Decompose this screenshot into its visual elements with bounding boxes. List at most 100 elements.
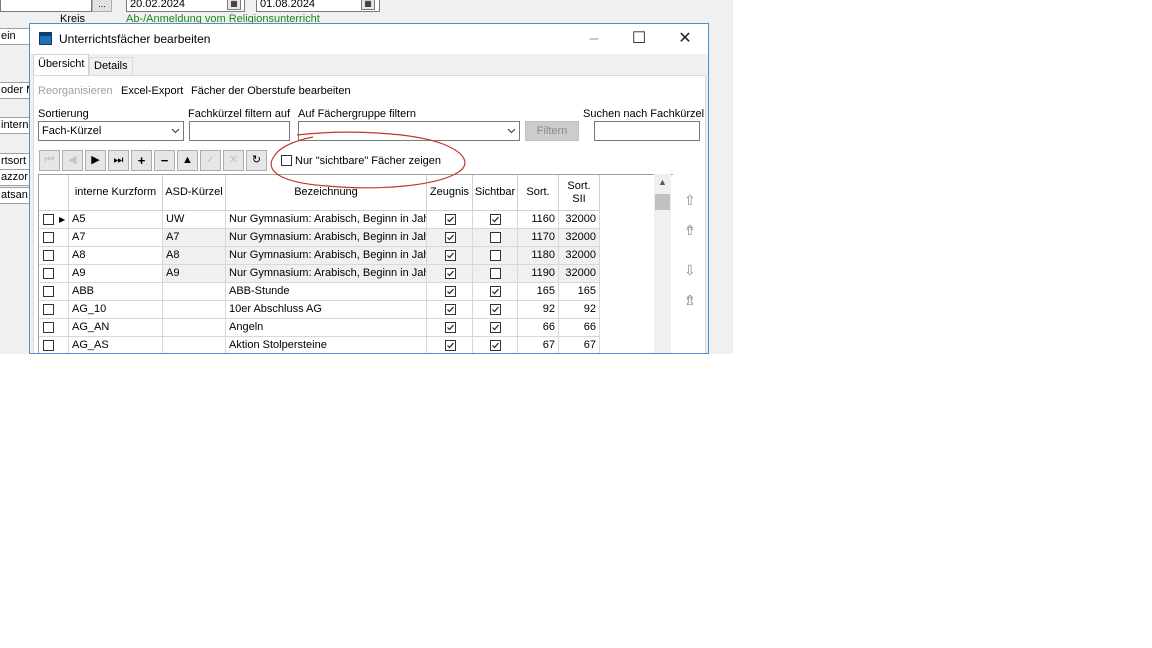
cell-sort[interactable]: 66 xyxy=(518,319,559,337)
cell-sort-sii[interactable]: 32000 xyxy=(559,265,600,283)
cell-bezeichnung[interactable]: 10er Abschluss AG xyxy=(226,301,427,319)
cell-sort-sii[interactable]: 66 xyxy=(559,319,600,337)
bg-input-top[interactable] xyxy=(0,0,92,12)
cell-bezeichnung[interactable]: Aktion Stolpersteine xyxy=(226,337,427,353)
sichtbar-checkbox[interactable] xyxy=(490,232,501,243)
sichtbar-checkbox[interactable] xyxy=(490,250,501,261)
side-field-5[interactable]: azzor xyxy=(0,169,30,186)
sichtbar-checkbox[interactable] xyxy=(490,304,501,315)
row-select-checkbox[interactable] xyxy=(43,250,54,261)
cell-sort[interactable]: 1190 xyxy=(518,265,559,283)
cell-zeugnis[interactable] xyxy=(427,247,473,265)
last-record-icon[interactable]: ⏭ xyxy=(108,150,129,171)
filter-button[interactable]: Filtern xyxy=(525,121,579,141)
maximize-icon[interactable]: ☐ xyxy=(616,24,662,54)
zeugnis-checkbox[interactable] xyxy=(445,232,456,243)
cell-sort[interactable]: 1160 xyxy=(518,211,559,229)
cell-bezeichnung[interactable]: Nur Gymnasium: Arabisch, Beginn in Jahrg… xyxy=(226,211,427,229)
cell-sort-sii[interactable]: 92 xyxy=(559,301,600,319)
cell-zeugnis[interactable] xyxy=(427,337,473,353)
scroll-up-icon[interactable]: ▲ xyxy=(658,177,667,187)
cell-bezeichnung[interactable]: Nur Gymnasium: Arabisch, Beginn in Jahrg… xyxy=(226,247,427,265)
cell-kurzform[interactable]: A8 xyxy=(69,247,163,265)
cell-sichtbar[interactable] xyxy=(473,211,518,229)
cell-sichtbar[interactable] xyxy=(473,283,518,301)
cell-zeugnis[interactable] xyxy=(427,283,473,301)
cell-asd[interactable] xyxy=(163,337,226,353)
zeugnis-checkbox[interactable] xyxy=(445,286,456,297)
header-sichtbar[interactable]: Sichtbar xyxy=(473,175,518,211)
row-select-cell[interactable] xyxy=(39,265,69,283)
edit-icon[interactable]: ▲ xyxy=(177,150,198,171)
cell-asd[interactable] xyxy=(163,301,226,319)
cell-kurzform[interactable]: ABB xyxy=(69,283,163,301)
row-select-cell[interactable] xyxy=(39,301,69,319)
calendar-icon[interactable]: ▦ xyxy=(227,0,241,10)
cell-kurzform[interactable]: A5 xyxy=(69,211,163,229)
zeugnis-checkbox[interactable] xyxy=(445,250,456,261)
row-select-cell[interactable] xyxy=(39,247,69,265)
cell-asd[interactable]: A8 xyxy=(163,247,226,265)
row-select-checkbox[interactable] xyxy=(43,322,54,333)
cell-sort-sii[interactable]: 32000 xyxy=(559,229,600,247)
cell-sort-sii[interactable]: 165 xyxy=(559,283,600,301)
minimize-icon[interactable]: – xyxy=(571,24,617,54)
reorganize-link[interactable]: Reorganisieren xyxy=(38,85,113,97)
cell-zeugnis[interactable] xyxy=(427,229,473,247)
sichtbar-checkbox[interactable] xyxy=(490,268,501,279)
cell-sort-sii[interactable]: 67 xyxy=(559,337,600,353)
cell-asd[interactable]: UW xyxy=(163,211,226,229)
sichtbar-checkbox[interactable] xyxy=(490,322,501,333)
search-input[interactable] xyxy=(594,121,700,141)
cell-bezeichnung[interactable]: Angeln xyxy=(226,319,427,337)
cell-bezeichnung[interactable]: ABB-Stunde xyxy=(226,283,427,301)
cell-asd[interactable]: A7 xyxy=(163,229,226,247)
row-select-cell[interactable] xyxy=(39,283,69,301)
upper-level-link[interactable]: Fächer der Oberstufe bearbeiten xyxy=(191,85,351,97)
cell-kurzform[interactable]: A9 xyxy=(69,265,163,283)
row-select-checkbox[interactable] xyxy=(43,286,54,297)
cell-bezeichnung[interactable]: Nur Gymnasium: Arabisch, Beginn in Jahrg… xyxy=(226,229,427,247)
cell-sort[interactable]: 1180 xyxy=(518,247,559,265)
zeugnis-checkbox[interactable] xyxy=(445,304,456,315)
side-field-6[interactable]: atsan xyxy=(0,187,30,204)
side-field-3[interactable]: intern xyxy=(0,117,30,134)
cell-kurzform[interactable]: AG_AN xyxy=(69,319,163,337)
zeugnis-checkbox[interactable] xyxy=(445,214,456,225)
sichtbar-checkbox[interactable] xyxy=(490,214,501,225)
cell-kurzform[interactable]: AG_AS xyxy=(69,337,163,353)
cell-zeugnis[interactable] xyxy=(427,319,473,337)
move-top-icon[interactable]: ⇮ xyxy=(684,222,696,239)
header-sort[interactable]: Sort. xyxy=(518,175,559,211)
first-record-icon[interactable]: ⏮ xyxy=(39,150,60,171)
scroll-thumb[interactable] xyxy=(655,194,670,210)
cell-sichtbar[interactable] xyxy=(473,247,518,265)
zeugnis-checkbox[interactable] xyxy=(445,268,456,279)
table-scrollbar[interactable]: ▲ xyxy=(654,174,671,353)
cell-zeugnis[interactable] xyxy=(427,301,473,319)
side-field-4[interactable]: rtsort xyxy=(0,153,30,170)
row-select-cell[interactable] xyxy=(39,319,69,337)
row-select-cell[interactable] xyxy=(39,229,69,247)
move-down-icon[interactable]: ⇩ xyxy=(684,262,696,279)
cell-sort-sii[interactable]: 32000 xyxy=(559,247,600,265)
side-field-2[interactable]: oder M xyxy=(0,82,30,99)
row-select-cell[interactable]: ▶ xyxy=(39,211,69,229)
cell-sichtbar[interactable] xyxy=(473,265,518,283)
next-record-icon[interactable]: ▶ xyxy=(85,150,106,171)
cell-sort[interactable]: 67 xyxy=(518,337,559,353)
cell-sort[interactable]: 1170 xyxy=(518,229,559,247)
sichtbar-checkbox[interactable] xyxy=(490,340,501,351)
cell-sichtbar[interactable] xyxy=(473,301,518,319)
cell-bezeichnung[interactable]: Nur Gymnasium: Arabisch, Beginn in Jahrg… xyxy=(226,265,427,283)
header-asd[interactable]: ASD-Kürzel xyxy=(163,175,226,211)
delete-icon[interactable]: − xyxy=(154,150,175,171)
close-icon[interactable]: ✕ xyxy=(662,24,708,54)
cancel-icon[interactable]: ✕ xyxy=(223,150,244,171)
cell-sichtbar[interactable] xyxy=(473,337,518,353)
cell-asd[interactable]: A9 xyxy=(163,265,226,283)
cell-sichtbar[interactable] xyxy=(473,319,518,337)
tab-details[interactable]: Details xyxy=(89,57,133,75)
post-icon[interactable]: ✓ xyxy=(200,150,221,171)
header-kurzform[interactable]: interne Kurzform xyxy=(69,175,163,211)
